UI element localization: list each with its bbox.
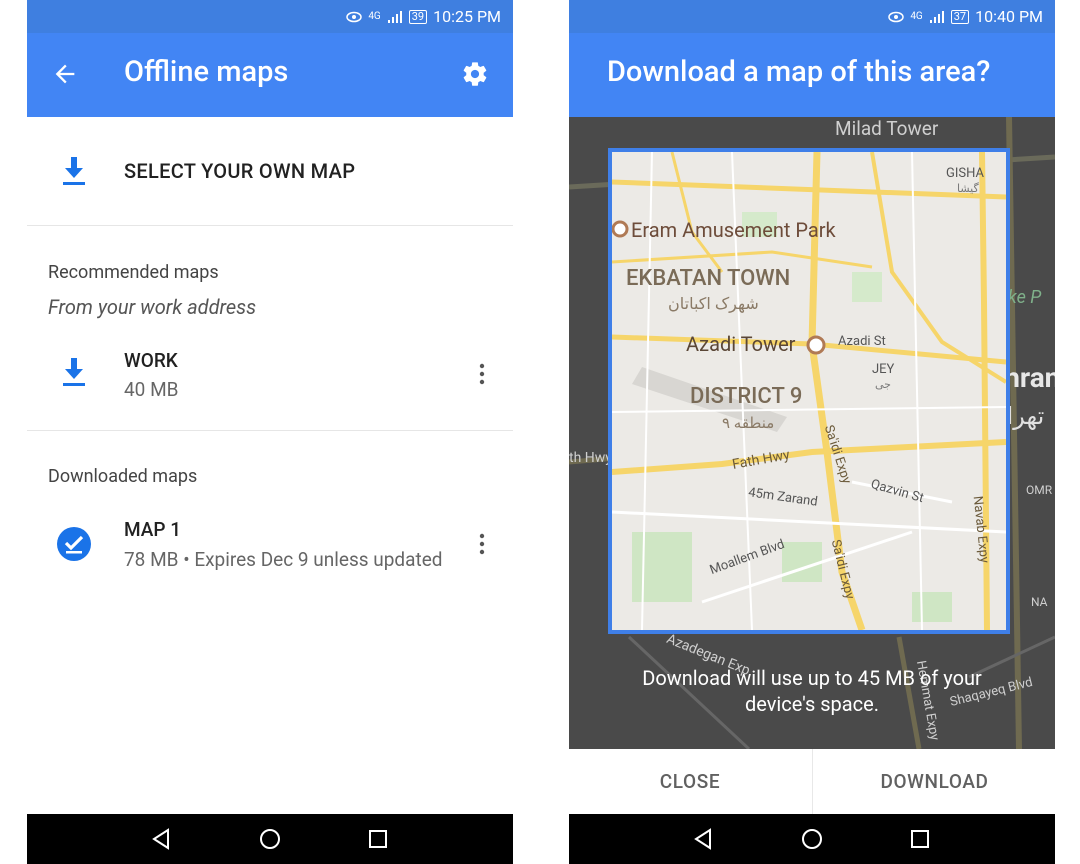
recommended-map-item[interactable]: WORK 40 MB: [27, 340, 513, 430]
recommended-map-title: WORK: [124, 349, 178, 372]
download-icon: [63, 157, 85, 185]
app-bar: Download a map of this area?: [569, 33, 1055, 117]
nav-back-icon[interactable]: [150, 828, 172, 850]
downloaded-map-item[interactable]: MAP 1 78 MB • Expires Dec 9 unless updat…: [27, 508, 513, 578]
map-label-gisha-fa: گیشا: [957, 182, 979, 195]
status-time: 10:40 PM: [975, 7, 1043, 26]
close-button[interactable]: CLOSE: [569, 749, 811, 815]
status-bar: 4G 39 10:25 PM: [27, 0, 513, 33]
nav-home-icon[interactable]: [259, 828, 281, 850]
system-nav-bar: [27, 814, 513, 864]
divider: [27, 430, 513, 431]
map-label-district9: DISTRICT 9: [690, 384, 803, 409]
download-note-line1: Download will use up to 45 MB of your: [642, 666, 982, 690]
divider: [27, 225, 513, 226]
map-label-gisha: GISHA: [946, 166, 984, 181]
nav-back-icon[interactable]: [692, 828, 714, 850]
recommended-map-size: 40 MB: [124, 378, 179, 401]
app-bar: Offline maps: [27, 33, 513, 117]
eye-icon: [346, 11, 363, 22]
map-label-azadi-tower: Azadi Tower: [686, 332, 796, 356]
eye-icon: [888, 11, 905, 22]
downloaded-header: Downloaded maps: [48, 466, 198, 487]
download-note-line2: device's space.: [744, 692, 880, 716]
selected-map-area[interactable]: GISHA گیشا Eram Amusement Park EKBATAN T…: [608, 148, 1010, 634]
map-label-eram-park: Eram Amusement Park: [631, 218, 836, 242]
system-nav-bar: [569, 814, 1055, 864]
select-own-map-row[interactable]: SELECT YOUR OWN MAP: [27, 117, 513, 225]
map-label-district9-fa: منطقه ۹: [722, 414, 775, 432]
check-circle-icon: [57, 527, 91, 561]
nav-recents-icon[interactable]: [909, 828, 931, 850]
select-own-map-label: SELECT YOUR OWN MAP: [124, 159, 356, 183]
map-label-azadi-st: Azadi St: [838, 334, 886, 349]
more-vert-icon[interactable]: [479, 533, 485, 555]
download-icon: [63, 358, 85, 386]
map-label-jey-fa: جی: [875, 378, 891, 391]
map-label-na: NA: [1031, 595, 1048, 609]
download-size-note: Download will use up to 45 MB of your de…: [569, 665, 1055, 717]
network-type: 4G: [368, 11, 381, 22]
download-area-dialog-screen: 4G 37 10:40 PM Download a map of this ar…: [569, 0, 1055, 864]
back-arrow-icon[interactable]: [51, 60, 79, 88]
map-label-ekbatan: EKBATAN TOWN: [626, 266, 791, 291]
download-button[interactable]: DOWNLOAD: [812, 749, 1055, 815]
map-label-hwy-left: th Hwy: [569, 450, 612, 466]
signal-icon: [387, 10, 402, 23]
map-label-ekbatan-fa: شهرک اکباتان: [668, 294, 759, 313]
downloaded-map-detail: 78 MB • Expires Dec 9 unless updated: [124, 548, 443, 571]
page-title: Offline maps: [124, 55, 289, 89]
status-bar: 4G 37 10:40 PM: [569, 0, 1055, 33]
network-type: 4G: [910, 11, 923, 22]
signal-icon: [929, 10, 944, 23]
map-label-jey: JEY: [872, 362, 895, 377]
downloaded-map-title: MAP 1: [124, 518, 182, 541]
dialog-actions: CLOSE DOWNLOAD: [569, 749, 1055, 815]
map-label-omr: OMR: [1026, 483, 1053, 497]
recommended-header: Recommended maps: [48, 262, 219, 283]
offline-maps-screen: 4G 39 10:25 PM Offline maps SELECT YOUR …: [27, 0, 513, 864]
map-label-milad-tower: Milad Tower: [835, 117, 939, 140]
battery-icon: 39: [408, 9, 428, 24]
dialog-title: Download a map of this area?: [607, 55, 991, 89]
nav-home-icon[interactable]: [801, 828, 823, 850]
status-time: 10:25 PM: [433, 7, 501, 26]
map-view[interactable]: Milad Tower Tehran تهران Lake P th Hwy A…: [569, 117, 1055, 749]
nav-recents-icon[interactable]: [367, 828, 389, 850]
more-vert-icon[interactable]: [479, 363, 485, 385]
gear-icon[interactable]: [461, 60, 489, 88]
recommended-subheader: From your work address: [48, 295, 257, 319]
battery-icon: 37: [950, 9, 970, 24]
